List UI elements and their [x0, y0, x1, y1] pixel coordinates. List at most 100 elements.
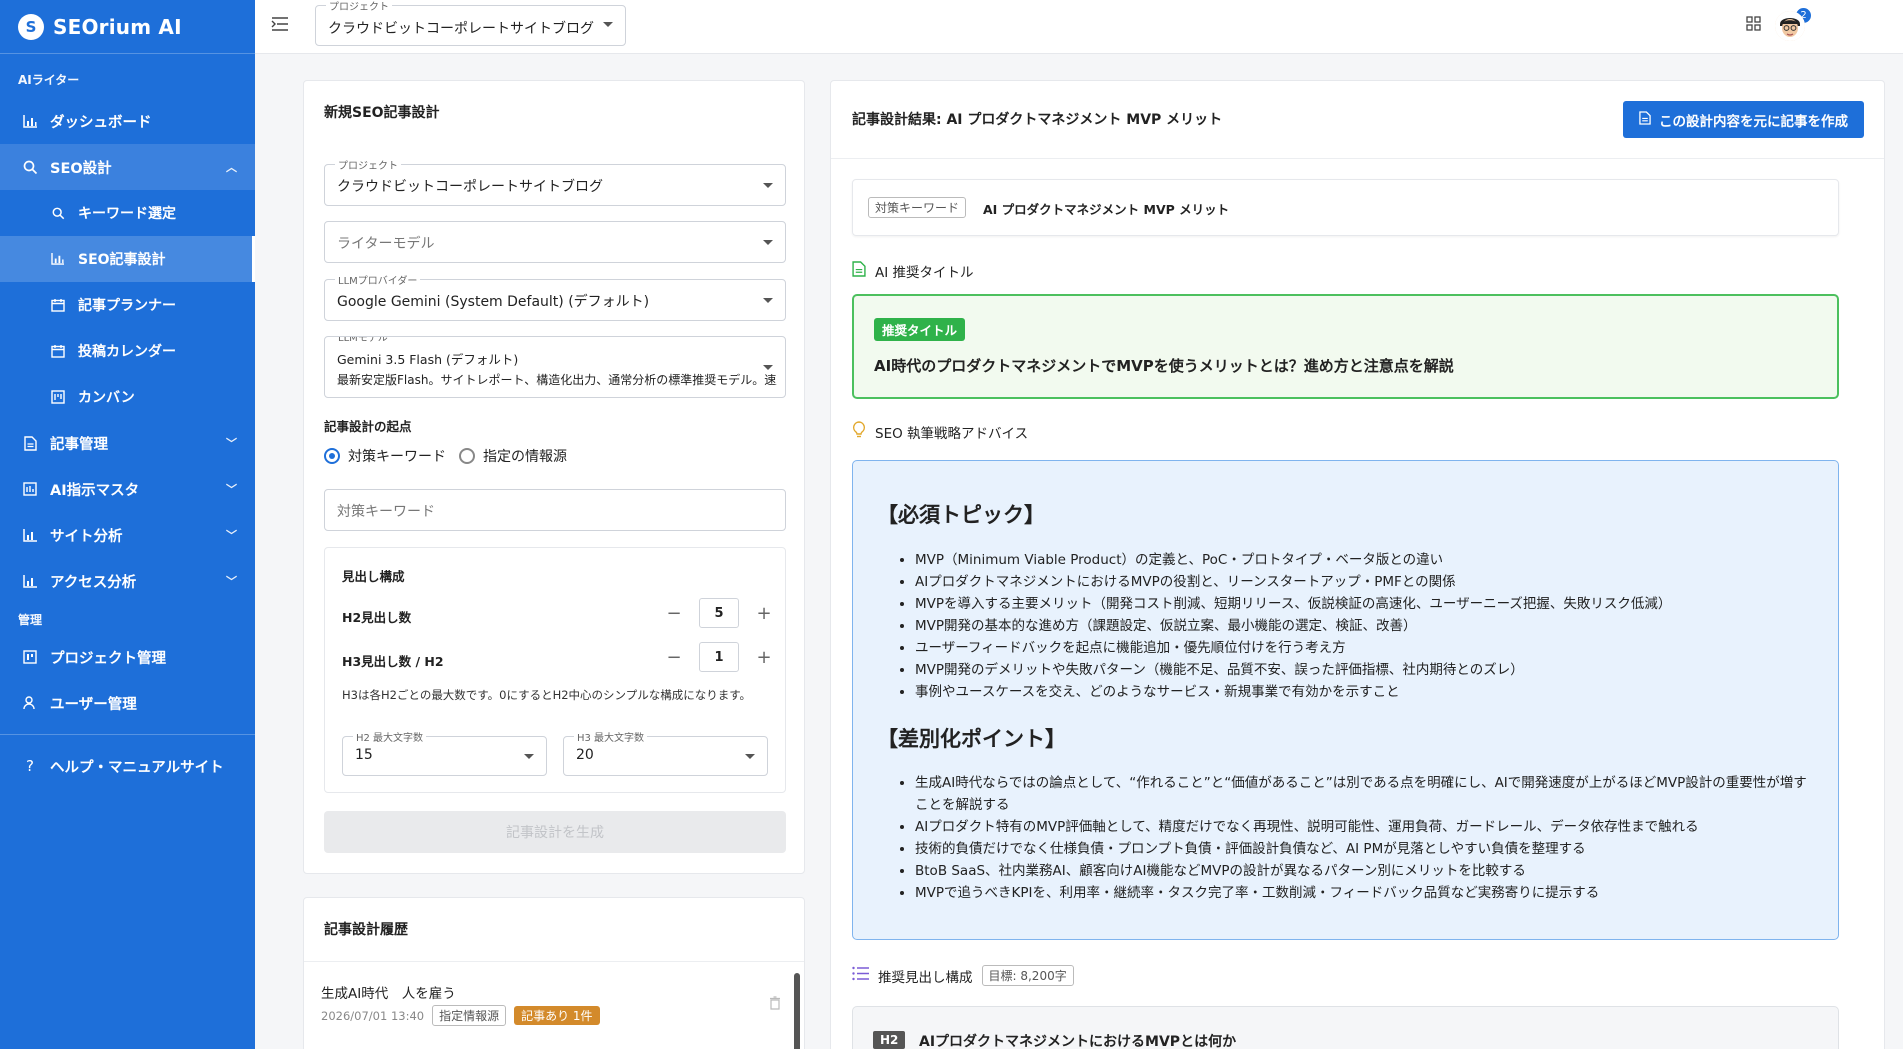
origin-label: 記事設計の起点 — [324, 419, 412, 434]
sidebar-item-label: 記事プランナー — [78, 298, 176, 314]
h2-count-label: H2見出し数 — [342, 610, 412, 625]
form-title: 新規SEO記事設計 — [324, 105, 440, 121]
plus-icon[interactable]: + — [753, 646, 775, 668]
sidebar-item-ai-master[interactable]: AI指示マスタ ﹀ — [0, 466, 255, 512]
list-item: MVP開発のデメリットや失敗パターン（機能不足、品質不安、誤った評価指標、社内期… — [915, 659, 1813, 681]
sidebar-item-label: サイト分析 — [50, 528, 123, 545]
create-article-button[interactable]: この設計内容を元に記事を作成 — [1623, 101, 1864, 138]
trash-icon[interactable] — [769, 996, 781, 1014]
sidebar-item-seo-article-design[interactable]: SEO記事設計 — [0, 236, 255, 282]
generate-button-label: 記事設計を生成 — [506, 825, 604, 841]
design-history-panel: 記事設計履歴 生成AI時代 人を雇う 2026/07/01 13:40 指定情報… — [303, 897, 805, 1049]
generate-button[interactable]: 記事設計を生成 — [324, 811, 786, 853]
keyword-input[interactable]: 対策キーワード — [324, 489, 786, 531]
history-item[interactable]: 生成AI時代 人を雇う 2026/07/01 13:40 指定情報源 記事あり … — [321, 982, 781, 1026]
sidebar-item-label: ユーザー管理 — [50, 696, 137, 713]
llm-model-select[interactable]: LLMモデル Gemini 3.5 Flash (デフォルト) 最新安定版Fla… — [324, 336, 786, 398]
sidebar-item-help[interactable]: ? ヘルプ・マニュアルサイト — [0, 743, 255, 789]
apps-grid-icon[interactable] — [1746, 15, 1761, 35]
sidebar-item-access-analysis[interactable]: アクセス分析 ﹀ — [0, 558, 255, 604]
keyword-input-placeholder: 対策キーワード — [337, 504, 435, 520]
form-project-select[interactable]: プロジェクト クラウドビットコーポレートサイトブログ — [324, 157, 786, 206]
caret-down-icon — [763, 298, 773, 303]
sidebar-item-post-calendar[interactable]: 投稿カレンダー — [0, 328, 255, 374]
caret-down-icon — [745, 754, 755, 759]
document-icon — [852, 260, 866, 282]
h2-first-title: AIプロダクトマネジメントにおけるMVPとは何か — [919, 1034, 1237, 1049]
keyword-value: AI プロダクトマネジメント MVP メリット — [983, 202, 1230, 217]
list-icon — [852, 966, 869, 985]
radio-source[interactable]: 指定の情報源 — [459, 446, 567, 466]
h3-count-stepper: − 1 + — [663, 642, 775, 672]
h3-max-value: 20 — [576, 747, 594, 763]
sidebar-item-dashboard[interactable]: ダッシュボード — [0, 98, 255, 144]
must-topics-heading: 【必須トピック】 — [877, 503, 1045, 527]
help-icon: ? — [26, 757, 34, 775]
radio-source-label: 指定の情報源 — [483, 449, 567, 465]
sidebar-item-user-manage[interactable]: ユーザー管理 — [0, 680, 255, 726]
minus-icon[interactable]: − — [663, 646, 685, 668]
chevron-down-icon: ﹀ — [226, 437, 237, 450]
document-icon — [1639, 110, 1651, 129]
llm-model-description: 最新安定版Flash。サイトレポート、構造化出力、通常分析の標準推奨モデル。速度 — [337, 373, 777, 387]
project-select[interactable]: プロジェクト クラウドビットコーポレートサイトブログ — [315, 0, 626, 46]
must-topics-list: MVP（Minimum Viable Product）の定義と、PoC・プロトタ… — [853, 549, 1813, 703]
h3-max-select[interactable]: H3 最大文字数 20 — [563, 729, 768, 776]
h3-count-label: H3見出し数 / H2 — [342, 654, 444, 669]
recommended-title-box: 推奨タイトル AI時代のプロダクトマネジメントでMVPを使うメリットとは？進め方… — [852, 294, 1839, 399]
chevron-down-icon: ﹀ — [226, 529, 237, 542]
list-item: MVP（Minimum Viable Product）の定義と、PoC・プロトタ… — [915, 549, 1813, 571]
sidebar-item-keyword-select[interactable]: キーワード選定 — [0, 190, 255, 236]
bar-chart-icon — [22, 113, 38, 129]
scrollbar[interactable] — [794, 973, 800, 1049]
advice-label-row: SEO 執筆戦略アドバイス — [852, 421, 1028, 443]
recommended-title[interactable]: AI時代のプロダクトマネジメントでMVPを使うメリットとは？進め方と注意点を解説 — [874, 355, 1454, 376]
ai-title-label-row: AI 推奨タイトル — [852, 260, 974, 282]
list-item: 生成AI時代ならではの論点として、“作れること”と“価値があること”は別である点… — [915, 772, 1813, 816]
keyword-tag: 対策キーワード — [868, 197, 967, 218]
chevron-down-icon: ﹀ — [226, 483, 237, 496]
sidebar-item-seo-design[interactable]: SEO設計 ︿ — [0, 144, 255, 190]
create-article-label: この設計内容を元に記事を作成 — [1659, 113, 1848, 130]
minus-icon[interactable]: − — [663, 602, 685, 624]
history-item-title: 生成AI時代 人を雇う — [321, 986, 456, 1002]
writer-model-placeholder: ライターモデル — [337, 236, 435, 252]
avatar[interactable] — [1775, 11, 1805, 41]
sidebar-item-kanban[interactable]: カンバン — [0, 374, 255, 420]
writer-model-select[interactable]: ライターモデル — [324, 221, 786, 263]
h2-badge: H2 — [873, 1031, 906, 1049]
llm-model-value: Gemini 3.5 Flash (デフォルト) — [337, 352, 519, 367]
sidebar-item-site-analysis[interactable]: サイト分析 ﹀ — [0, 512, 255, 558]
h2-count-value[interactable]: 5 — [699, 598, 739, 628]
form-project-value: クラウドビットコーポレートサイトブログ — [337, 179, 603, 195]
sidebar-item-label: 投稿カレンダー — [78, 344, 176, 360]
h2-max-select[interactable]: H2 最大文字数 15 — [342, 729, 547, 776]
app-logo: S — [18, 13, 44, 40]
sidebar-item-label: カンバン — [78, 390, 135, 406]
chevron-up-icon: ︿ — [226, 161, 237, 174]
bar-chart-icon — [50, 251, 66, 267]
sidebar-item-label: ヘルプ・マニュアルサイト — [50, 759, 224, 776]
sidebar-item-project-manage[interactable]: プロジェクト管理 — [0, 634, 255, 680]
h2-outline-box[interactable]: H2 AIプロダクトマネジメントにおけるMVPとは何か — [852, 1006, 1839, 1049]
h3-count-value[interactable]: 1 — [699, 642, 739, 672]
radio-unchecked-icon — [459, 448, 475, 464]
new-seo-design-form: 新規SEO記事設計 プロジェクト クラウドビットコーポレートサイトブログ ライタ… — [303, 80, 805, 874]
caret-down-icon — [603, 22, 613, 27]
sidebar-item-article-manage[interactable]: 記事管理 ﹀ — [0, 420, 255, 466]
list-item: MVP開発の基本的な進め方（課題設定、仮説立案、最小機能の選定、検証、改善） — [915, 615, 1813, 637]
llm-provider-select[interactable]: LLMプロバイダー Google Gemini (System Default)… — [324, 272, 786, 321]
sidebar-item-article-planner[interactable]: 記事プランナー — [0, 282, 255, 328]
sidebar-item-label: プロジェクト管理 — [50, 650, 166, 667]
menu-toggle-icon[interactable] — [271, 16, 291, 36]
h3-max-label: H3 最大文字数 — [574, 729, 648, 744]
radio-keyword[interactable]: 対策キーワード — [324, 446, 446, 466]
app-name: SEOrium AI — [53, 14, 182, 39]
lightbulb-icon — [852, 421, 866, 443]
sidebar-item-label: ダッシュボード — [50, 114, 152, 131]
brand[interactable]: S SEOrium AI — [0, 0, 255, 54]
calendar-icon — [50, 297, 66, 313]
plus-icon[interactable]: + — [753, 602, 775, 624]
diff-points-heading: 【差別化ポイント】 — [877, 727, 1066, 751]
list-item: 技術的負債だけでなく仕様負債・プロンプト負債・評価設計負債など、AI PMが見落… — [915, 838, 1813, 860]
